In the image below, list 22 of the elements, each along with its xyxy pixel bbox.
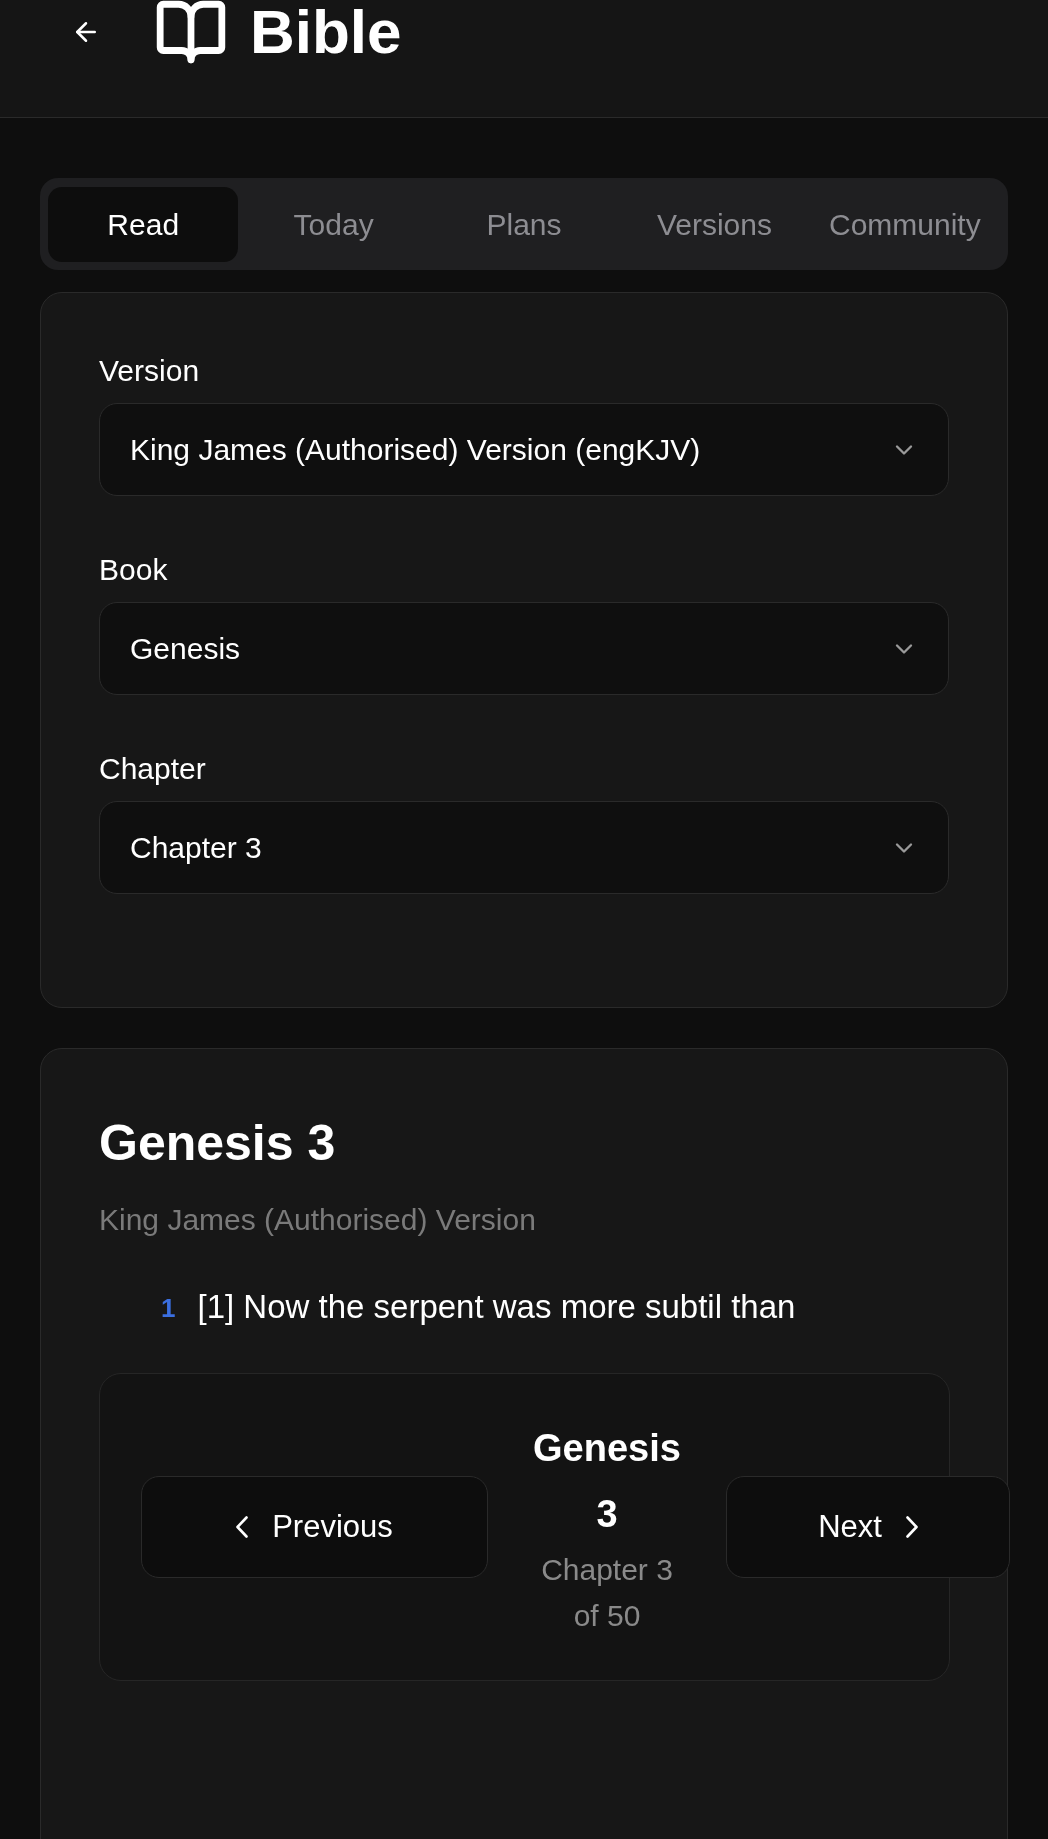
next-button[interactable]: Next [726, 1476, 1010, 1578]
current-chapter: Genesis 3 [532, 1426, 682, 1537]
tab[interactable]: Read [48, 186, 239, 262]
tab[interactable]: Today [238, 186, 429, 262]
tab[interactable]: Plans [428, 186, 620, 262]
dropdown-field[interactable]: Chapter 3 [99, 801, 949, 894]
field-label: Book [99, 552, 169, 588]
tab[interactable]: Community [809, 186, 1001, 262]
previous-button[interactable]: Previous [141, 1476, 488, 1578]
chapter-position: Chapter 3 of 50 [540, 1552, 674, 1634]
field-label: Version [99, 353, 201, 389]
verse-number: 1 [161, 1292, 176, 1325]
chevron-right-icon [905, 1516, 918, 1538]
tab[interactable]: Versions [619, 186, 810, 262]
chevron-left-icon [236, 1516, 249, 1538]
field-label: Chapter [99, 751, 207, 787]
chapter-heading: Genesis 3 [99, 1114, 337, 1173]
version-name: King James (Authorised) Version [99, 1202, 537, 1238]
dropdown-field[interactable]: King James (Authorised) Version (engKJV) [99, 403, 949, 496]
verse-text: [1] Now the serpent was more subtil than [197, 1287, 796, 1327]
page-title: Bible [250, 0, 402, 68]
dropdown-field[interactable]: Genesis [99, 602, 949, 695]
